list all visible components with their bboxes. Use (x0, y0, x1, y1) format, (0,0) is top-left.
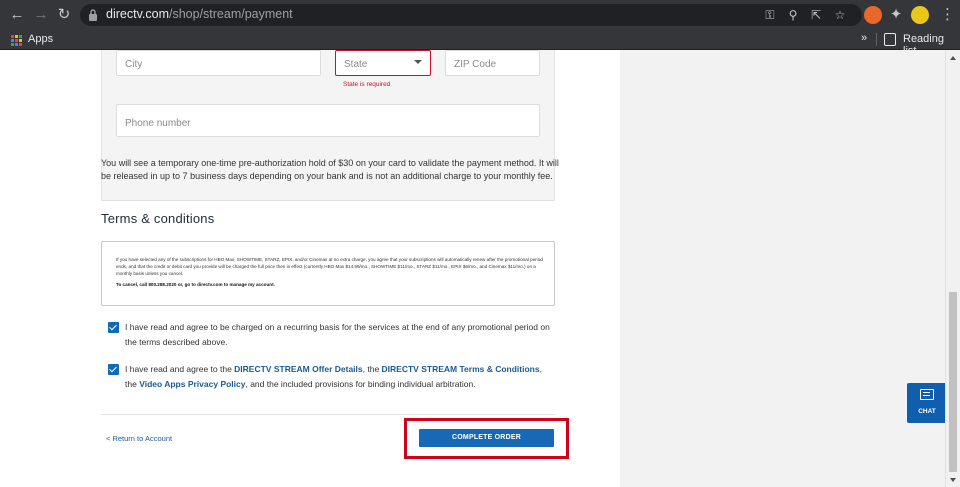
return-to-account-link[interactable]: < Return to Account (106, 434, 172, 443)
share-icon[interactable]: ⇱ (808, 7, 824, 23)
chat-button[interactable]: CHAT (907, 383, 947, 423)
chat-label: CHAT (918, 408, 936, 415)
terms-conditions-link[interactable]: DIRECTV STREAM Terms & Conditions (382, 364, 540, 374)
offer-agreement-text: I have read and agree to the DIRECTV STR… (125, 364, 542, 389)
offer-agreement-checkbox[interactable] (108, 364, 119, 375)
key-icon[interactable]: ⚿ (762, 7, 778, 23)
section-divider (101, 414, 555, 415)
bookmarks-bar (0, 30, 960, 50)
page-content: City State State is required ZIP Code Ph… (0, 50, 960, 487)
reading-list-icon (884, 33, 896, 46)
bookmark-star-icon[interactable]: ☆ (832, 7, 848, 23)
zoom-icon[interactable]: ⚲ (785, 7, 801, 23)
complete-order-button[interactable]: COMPLETE ORDER (419, 429, 554, 447)
more-menu-icon[interactable]: ⋮ (940, 6, 955, 24)
city-field[interactable]: City (116, 50, 321, 76)
url-text: directv.com/shop/stream/payment (106, 7, 293, 21)
page-scrollbar[interactable] (945, 50, 960, 487)
browser-toolbar: ← → ↻ directv.com/shop/stream/payment ⚿ … (0, 0, 960, 30)
privacy-policy-link[interactable]: Video Apps Privacy Policy (139, 379, 245, 389)
scroll-thumb[interactable] (949, 292, 957, 472)
chevron-down-icon (414, 60, 422, 64)
terms-text-box[interactable]: If you have selected any of the subscrip… (101, 241, 555, 306)
zip-field[interactable]: ZIP Code (445, 50, 540, 76)
state-error-message: State is required (343, 81, 391, 88)
preauth-notice: You will see a temporary one-time pre-au… (101, 158, 559, 181)
phone-field[interactable]: Phone number (116, 104, 540, 137)
offer-details-link[interactable]: DIRECTV STREAM Offer Details (234, 364, 362, 374)
address-bar[interactable]: directv.com/shop/stream/payment ⚿ ⚲ ⇱ ☆ (80, 4, 862, 26)
terms-heading: Terms & conditions (101, 211, 215, 226)
extensions-puzzle-icon[interactable]: ✦ (887, 6, 905, 24)
lock-icon (89, 9, 97, 21)
recurring-agreement-checkbox[interactable] (108, 322, 119, 333)
back-arrow-icon[interactable]: ← (8, 6, 26, 24)
state-select[interactable]: State (335, 50, 431, 76)
extension-icon[interactable] (864, 6, 882, 24)
apps-grid-icon[interactable] (11, 35, 22, 46)
profile-avatar[interactable] (911, 6, 929, 24)
recurring-agreement-text: I have read and agree to be charged on a… (125, 322, 550, 347)
forward-arrow-icon[interactable]: → (32, 6, 50, 24)
chat-bubble-icon (920, 389, 934, 400)
bookmarks-overflow-icon[interactable]: » (861, 32, 867, 44)
terms-body: If you have selected any of the subscrip… (116, 257, 543, 276)
scroll-down-icon[interactable] (950, 478, 956, 482)
reload-icon[interactable]: ↻ (55, 6, 73, 24)
terms-cancel-line: To cancel, call 800.288.2020 or, go to d… (116, 282, 275, 287)
apps-bookmark[interactable]: Apps (28, 33, 53, 45)
scroll-up-icon[interactable] (950, 56, 956, 60)
bookmark-divider (876, 33, 877, 46)
payment-card: City State State is required ZIP Code Ph… (0, 50, 620, 487)
